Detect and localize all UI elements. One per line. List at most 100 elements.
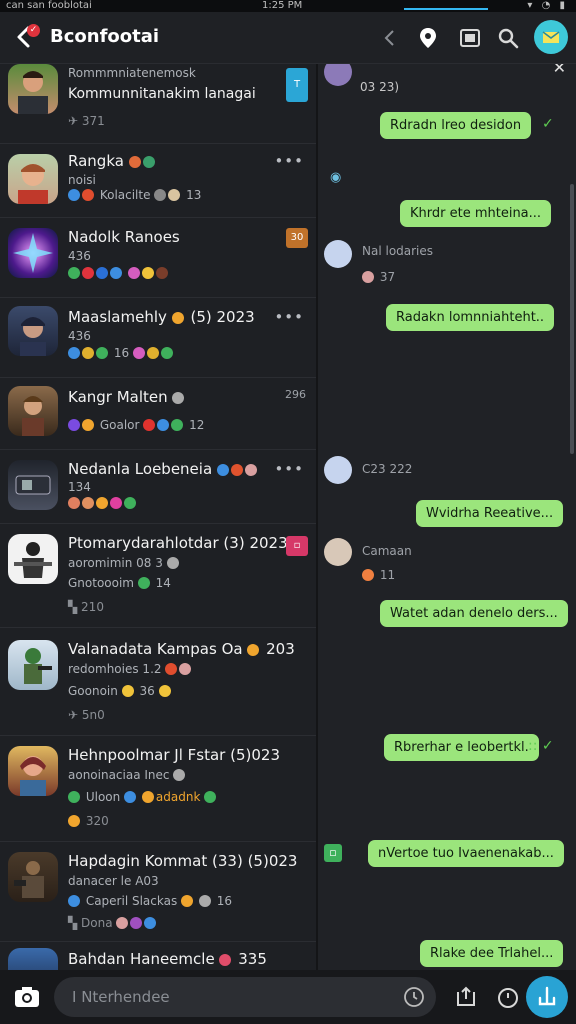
chat-name: Kangr Malten: [68, 388, 186, 406]
chevron-left-icon[interactable]: [376, 24, 404, 52]
scrollbar[interactable]: [570, 184, 574, 454]
pin-icon: ✈: [68, 114, 82, 128]
chat-reactions: Uloon adadnk: [68, 790, 218, 804]
close-icon[interactable]: ✕: [553, 64, 566, 77]
chat-reactions: Goonoin 36: [68, 684, 173, 698]
location-pin-icon[interactable]: [414, 24, 442, 52]
chat-reactions: [68, 496, 138, 510]
outgoing-message[interactable]: Radakn lomnniahteht..: [386, 304, 555, 331]
status-time: 1:25 PM: [262, 0, 303, 11]
chat-list-item[interactable]: Rommmniatenemosk Kommunnitanakim lanagai…: [0, 64, 316, 144]
chat-name: Bahdan Haneemcle 335: [68, 950, 267, 968]
file-icon: ▫: [324, 844, 342, 862]
chat-meta: ✈ 5n0: [68, 708, 105, 722]
signal-icon: ▾ ◔ ▮: [527, 0, 568, 11]
send-button[interactable]: [526, 976, 568, 1018]
chat-name: Nedanla Loebeneia: [68, 460, 259, 478]
chat-name: Rommmniatenemosk: [68, 66, 196, 80]
clock-icon[interactable]: [402, 985, 426, 1009]
sender-name: C23 222: [362, 462, 413, 476]
attach-icon[interactable]: [452, 983, 480, 1011]
chat-reactions: [68, 266, 170, 280]
avatar: [324, 538, 352, 566]
more-options-icon[interactable]: •••: [274, 460, 304, 478]
outgoing-message[interactable]: Rbrerhar e leobertkl.: [384, 734, 539, 761]
chat-tag: 30: [286, 228, 308, 248]
gallery-icon[interactable]: [456, 24, 484, 52]
avatar: [8, 852, 58, 902]
chat-meta: ▚ 210: [68, 600, 104, 614]
profile-avatar[interactable]: [534, 20, 568, 54]
timer-icon[interactable]: [494, 983, 522, 1011]
chat-preview: 436: [68, 249, 91, 263]
chat-list-item[interactable]: Hehnpoolmar Jl Fstar (5)023 aonoinaciaa …: [0, 736, 316, 842]
chat-list-item[interactable]: Rangka noisi Kolacilte 13 •••: [0, 144, 316, 218]
chat-tag: ▫: [286, 536, 308, 556]
chat-meta: ▚ Dona: [68, 916, 158, 930]
chat-reactions: Kolacilte 13: [68, 188, 201, 202]
chat-preview: noisi: [68, 173, 96, 187]
conversation-pane: ✕ 03 23) Rdradn lreo desidon ✓ ◉ Khrdr e…: [318, 64, 576, 970]
chat-reactions: Gnotoooim 14: [68, 576, 171, 590]
chat-list-item[interactable]: Maaslamehly (5) 2023 436 16 •••: [0, 298, 316, 378]
chat-list-item[interactable]: Nedanla Loebeneia 134 •••: [0, 450, 316, 524]
search-icon[interactable]: [494, 24, 522, 52]
chat-name: Nadolk Ranoes: [68, 228, 180, 246]
outgoing-message[interactable]: Rdradn lreo desidon: [380, 112, 532, 139]
more-options-icon[interactable]: •••: [274, 308, 304, 326]
avatar: [8, 746, 58, 796]
chat-list-item[interactable]: Kangr Malten Goalor 12 296: [0, 378, 316, 450]
chat-reactions: Goalor 12: [68, 418, 204, 432]
mail-icon: [542, 31, 560, 43]
avatar: [8, 154, 58, 204]
message-composer: [0, 970, 576, 1024]
avatar: [8, 534, 58, 584]
read-receipt-icon: ✓: [542, 116, 554, 132]
sender-name: Camaan: [362, 544, 412, 558]
sync-progress: [404, 8, 488, 10]
chat-time: 296: [285, 388, 306, 401]
page-title: Bconfootai: [50, 26, 160, 47]
chat-list-item[interactable]: Hapdagin Kommat (33) (5)023 danacer le A…: [0, 842, 316, 942]
chat-name: Hehnpoolmar Jl Fstar (5)023: [68, 746, 281, 764]
status-bar: ca‍n san fooblotai 1:25 PM ▾ ◔ ▮: [0, 0, 576, 12]
chat-preview: aoromimin 08 3: [68, 556, 181, 570]
more-options-icon[interactable]: •••: [274, 152, 304, 170]
outgoing-message[interactable]: Wvidrha Reeative...: [416, 500, 564, 527]
attachment-icon: ▚: [68, 600, 82, 614]
chat-meta: ✈ 371: [68, 114, 105, 128]
chat-name: Ptomarydarahlotdar (3) 2023: [68, 534, 288, 552]
chat-list-item[interactable]: Bahdan Haneemcle 335: [0, 942, 316, 970]
camera-icon[interactable]: [12, 982, 42, 1012]
attachment-icon: ▚: [68, 916, 82, 930]
message-meta: 11: [362, 568, 395, 582]
chat-preview: Kommunnitanakim lanagai: [68, 86, 256, 102]
avatar: [324, 456, 352, 484]
outgoing-message[interactable]: nVertoe tuo Ivaenenakab...: [368, 840, 564, 867]
outgoing-message[interactable]: Rlake dee Trlahel...: [420, 940, 564, 967]
chat-list-item[interactable]: Ptomarydarahlotdar (3) 2023 aoromimin 08…: [0, 524, 316, 628]
chat-preview: danacer le A03: [68, 874, 159, 888]
chat-tag: T: [286, 68, 308, 102]
outgoing-message[interactable]: Watet adan denelo ders...: [380, 600, 568, 627]
chat-preview: 436: [68, 329, 91, 343]
notification-badge: ✓: [27, 24, 40, 37]
avatar: [8, 306, 58, 356]
chat-list-item[interactable]: Nadolk Ranoes 436 30: [0, 218, 316, 298]
message-meta: 37: [362, 270, 395, 284]
chat-list-item[interactable]: Valanadata Kampas Oa 203 redomhoies 1.2 …: [0, 628, 316, 736]
eye-icon: ◉: [330, 170, 342, 185]
chat-preview: aonoinaciaa Inec: [68, 768, 187, 782]
chat-name: Rangka: [68, 152, 157, 170]
chat-reactions: 16: [68, 346, 175, 360]
chat-reactions: Caperil Slackas 16: [68, 894, 232, 908]
message-input[interactable]: [54, 977, 436, 1017]
avatar: [8, 64, 58, 114]
outgoing-message[interactable]: Khrdr ete mhteina...: [400, 200, 552, 227]
chat-preview: 134: [68, 480, 91, 494]
avatar: [8, 460, 58, 510]
avatar: [8, 386, 58, 436]
chat-name: Maaslamehly (5) 2023: [68, 308, 255, 326]
sender-name: Nal lodaries: [362, 244, 434, 258]
avatar: [8, 640, 58, 690]
